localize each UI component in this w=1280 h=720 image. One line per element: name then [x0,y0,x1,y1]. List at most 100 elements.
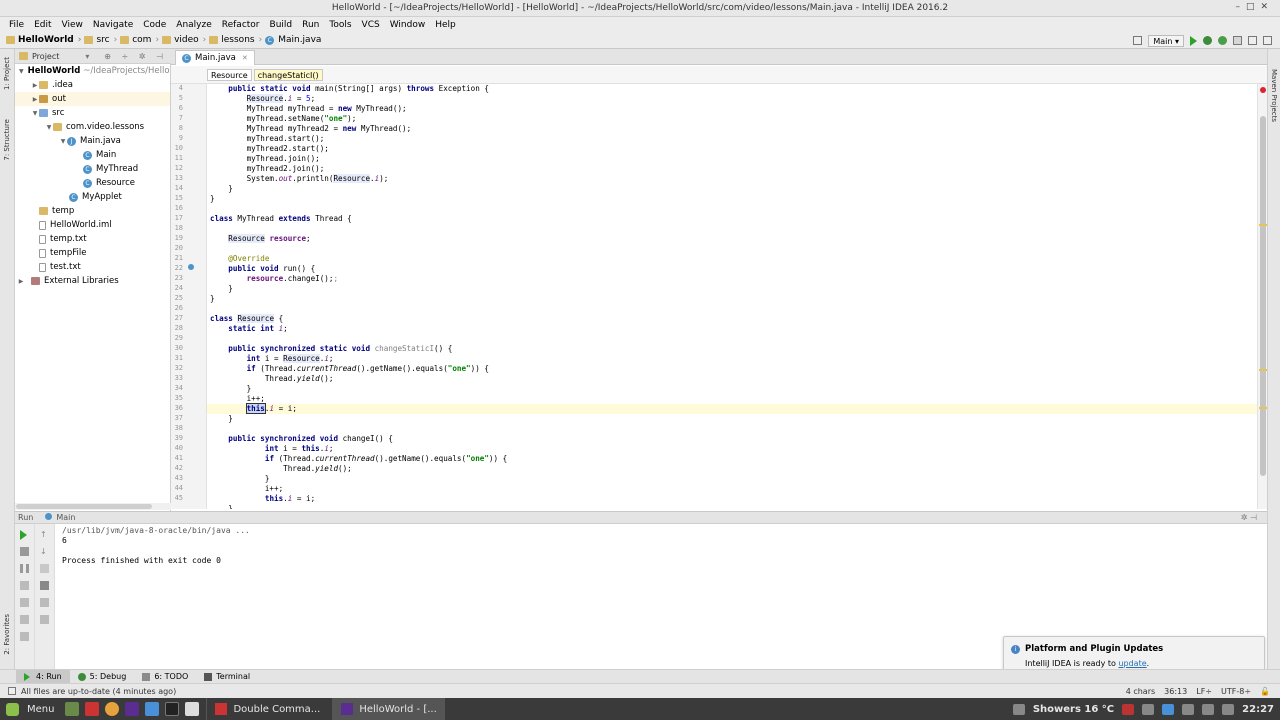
tool-tab-structure[interactable]: 7: Structure [3,119,11,161]
menu-edit[interactable]: Edit [29,20,56,30]
bluetooth-icon[interactable] [1182,703,1195,715]
gear-icon[interactable]: ✲ ⊣ [1241,513,1257,522]
pin-icon[interactable] [20,632,29,641]
breadcrumb-src[interactable]: src › [84,35,117,45]
chevron-down-icon[interactable]: ▼ [45,124,53,131]
project-horizontal-scrollbar[interactable] [15,503,171,510]
rerun-icon[interactable] [20,530,29,540]
browser-launcher-icon[interactable] [145,702,160,716]
soft-wrap-icon[interactable] [40,564,49,573]
battery-icon[interactable] [1222,703,1235,715]
breadcrumb-project[interactable]: HelloWorld › [6,35,81,45]
network-icon[interactable] [1142,703,1155,715]
menu-code[interactable]: Code [138,20,171,30]
warning-marker[interactable] [1259,369,1267,371]
chevron-down-icon[interactable]: ▼ [59,138,67,145]
tree-item-temp[interactable]: temp [15,204,170,218]
caret-position[interactable]: 36:13 [1164,687,1187,696]
menu-analyze[interactable]: Analyze [171,20,216,30]
tree-item-out[interactable]: ▶ out [15,92,170,106]
menu-run[interactable]: Run [297,20,324,30]
status-toggle-icon[interactable] [8,687,16,695]
scroll-to-end-icon[interactable] [40,581,49,590]
project-structure-icon[interactable] [1248,36,1257,45]
tree-item-temp-txt[interactable]: temp.txt [15,232,170,246]
crumb-class[interactable]: Resource [207,68,252,81]
tree-item-resource[interactable]: C Resource [15,176,170,190]
project-panel-tools[interactable]: ⊕ ÷ ✲ ⊣ [104,52,167,61]
stop-icon[interactable] [1233,36,1242,45]
tree-item-external-libraries[interactable]: ▶ External Libraries [15,274,170,288]
shield-icon[interactable] [1162,703,1175,715]
close-icon[interactable]: ✕ [1260,2,1274,12]
coverage-icon[interactable] [1218,36,1227,45]
layout-icon[interactable] [20,615,29,624]
tool-tab-run[interactable]: 4: Run [16,670,70,683]
weather-icon[interactable] [1012,703,1025,715]
build-icon[interactable] [1133,36,1143,45]
editor-vertical-scrollbar[interactable] [1257,84,1267,509]
tree-item-iml[interactable]: HelloWorld.iml [15,218,170,232]
chevron-down-icon[interactable]: ▾ [85,52,89,61]
show-desktop-icon[interactable] [65,702,80,716]
volume-icon[interactable] [1202,703,1215,715]
tree-item-test-txt[interactable]: test.txt [15,260,170,274]
weather-text[interactable]: Showers 16 °C [1033,704,1114,715]
arrow-up-icon[interactable]: ↑ [40,530,49,539]
project-view-select[interactable]: Project [32,52,59,61]
run-tab-main[interactable]: Main [45,513,75,522]
clock[interactable]: 22:27 [1242,704,1274,715]
debug-icon[interactable] [1203,36,1212,45]
menu-view[interactable]: View [57,20,88,30]
breadcrumb-file[interactable]: C Main.java [265,35,321,45]
tree-item-myapplet[interactable]: C MyApplet [15,190,170,204]
breadcrumb-com[interactable]: com › [120,35,159,45]
chevron-right-icon[interactable]: ▶ [31,82,39,89]
chevron-down-icon[interactable]: ▼ [31,110,39,117]
files-launcher-icon[interactable] [185,702,200,716]
menu-tools[interactable]: Tools [324,20,356,30]
tree-item-src[interactable]: ▼ src [15,106,170,120]
lock-icon[interactable]: 🔓 [1260,687,1270,696]
tool-tab-terminal[interactable]: Terminal [196,670,258,683]
tool-tab-todo[interactable]: 6: TODO [134,670,196,683]
intellij-launcher-icon[interactable] [125,702,140,716]
print-icon[interactable] [40,598,49,607]
tree-item-mythread[interactable]: C MyThread [15,162,170,176]
exit-icon[interactable] [20,598,29,607]
task-double-commander[interactable]: Double Comma... [206,698,328,720]
menu-help[interactable]: Help [430,20,461,30]
tool-tab-maven[interactable]: Maven Projects [1270,69,1278,122]
chrome-launcher-icon[interactable] [105,702,120,716]
tree-item-helloworld[interactable]: ▼ HelloWorld ~/IdeaProjects/HelloW [15,64,170,78]
menu-navigate[interactable]: Navigate [88,20,138,30]
tree-item-main-java[interactable]: ▼ J Main.java [15,134,170,148]
tool-tab-project[interactable]: 1: Project [3,57,11,90]
menu-build[interactable]: Build [265,20,298,30]
warning-marker[interactable] [1259,224,1267,226]
maximize-icon[interactable]: □ [1246,2,1261,12]
search-everywhere-icon[interactable] [1263,36,1272,45]
breadcrumb-video[interactable]: video › [162,35,206,45]
file-encoding[interactable]: UTF-8÷ [1221,687,1251,696]
pause-icon[interactable] [20,564,29,573]
start-menu-button[interactable]: Menu [0,698,62,720]
warning-marker[interactable] [1259,407,1267,409]
menu-window[interactable]: Window [385,20,431,30]
task-intellij[interactable]: HelloWorld - [... [332,698,445,720]
chevron-right-icon[interactable]: ▶ [31,96,39,103]
run-configuration-select[interactable]: Main ▾ [1148,34,1184,47]
dump-threads-icon[interactable] [20,581,29,590]
trash-icon[interactable] [40,615,49,624]
error-stripe-icon[interactable] [1260,87,1266,93]
breadcrumb-lessons[interactable]: lessons › [209,35,262,45]
update-link[interactable]: update [1118,659,1146,668]
terminal-launcher-icon[interactable] [165,702,180,716]
line-separator[interactable]: LF÷ [1196,687,1212,696]
menu-vcs[interactable]: VCS [357,20,385,30]
tool-tab-debug[interactable]: 5: Debug [70,670,135,683]
minimize-icon[interactable]: – [1235,2,1246,12]
code-editor[interactable]: public static void main(String[] args) t… [207,84,1257,509]
menu-file[interactable]: File [4,20,29,30]
arrow-down-icon[interactable]: ↓ [40,547,49,556]
